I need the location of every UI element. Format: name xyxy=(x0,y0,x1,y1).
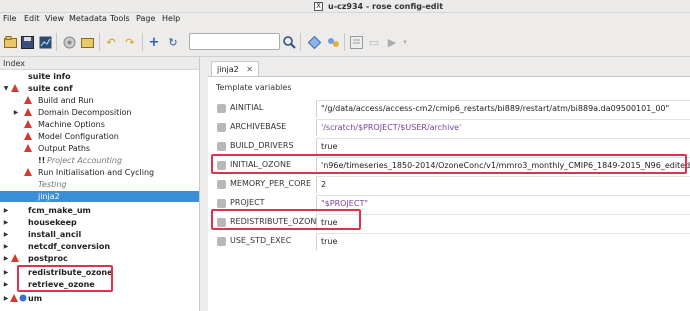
macro-icon[interactable] xyxy=(326,35,340,49)
sidebar-item-suite-conf[interactable]: ▼ suite conf xyxy=(0,83,199,94)
undo-icon[interactable]: ↶ xyxy=(104,35,118,49)
search-input[interactable] xyxy=(189,33,280,50)
sidebar-item-um[interactable]: ▶ um xyxy=(0,293,199,304)
sidebar-item-build-and-run[interactable]: Build and Run xyxy=(0,95,199,106)
expand-arrow-icon[interactable]: ▶ xyxy=(2,217,10,228)
tab-jinja2[interactable]: jinja2 ✕ xyxy=(211,61,259,76)
variable-value-field[interactable]: true xyxy=(316,214,690,231)
window-title: u-cz934 - rose config-edit xyxy=(328,2,444,11)
info-icon[interactable] xyxy=(349,35,363,49)
warning-icon xyxy=(24,132,32,140)
sidebar-item-housekeep[interactable]: ▶ housekeep xyxy=(0,217,199,228)
menu-edit[interactable]: Edit xyxy=(24,14,40,23)
expand-arrow-icon[interactable]: ▶ xyxy=(2,293,10,304)
toolbar-separator xyxy=(344,33,345,51)
sidebar-item-testing[interactable]: Testing xyxy=(0,179,199,190)
open-icon[interactable] xyxy=(3,35,17,49)
menu-bar: File Edit View Metadata Tools Page Help xyxy=(0,13,690,26)
warning-icon xyxy=(11,254,19,262)
folder-icon[interactable] xyxy=(80,35,94,49)
variable-value-field[interactable]: true xyxy=(316,138,690,155)
expand-arrow-icon[interactable]: ▶ xyxy=(12,107,20,118)
close-icon[interactable]: ✕ xyxy=(246,62,253,77)
warning-icon xyxy=(24,108,32,116)
sidebar-item-jinja2[interactable]: jinja2 xyxy=(0,191,199,202)
warning-icon xyxy=(24,96,32,104)
document-icon[interactable]: ▭ xyxy=(367,35,381,49)
variable-value-field[interactable]: true xyxy=(316,233,690,250)
sidebar-item-postproc[interactable]: ▶ postproc xyxy=(0,253,199,264)
variable-value-field[interactable]: '/scratch/$PROJECT/$USER/archive' xyxy=(316,119,690,136)
chevron-down-icon[interactable]: ▾ xyxy=(398,35,412,49)
variable-menu-icon[interactable] xyxy=(217,180,226,189)
menu-file[interactable]: File xyxy=(3,14,16,23)
variable-menu-icon[interactable] xyxy=(217,123,226,132)
sidebar-item-output-paths[interactable]: Output Paths xyxy=(0,143,199,154)
variable-menu-icon[interactable] xyxy=(217,237,226,246)
expand-arrow-icon[interactable]: ▶ xyxy=(2,267,10,278)
warning-icon xyxy=(10,294,18,302)
sidebar-item-fcm-make-um[interactable]: ▶ fcm_make_um xyxy=(0,205,199,216)
variable-value-field[interactable]: "$PROJECT" xyxy=(316,195,690,212)
variable-menu-icon[interactable] xyxy=(217,104,226,113)
graph-icon[interactable] xyxy=(38,35,52,49)
toolbar-separator xyxy=(142,33,143,51)
sidebar-item-run-initialisation[interactable]: Run Initialisation and Cycling xyxy=(0,167,199,178)
title-bar: X u-cz934 - rose config-edit xyxy=(0,0,690,13)
variable-value-field[interactable]: 2 xyxy=(316,176,690,193)
add-icon[interactable]: + xyxy=(147,35,161,50)
info-circle-icon xyxy=(19,294,27,302)
panel-title: Template variables xyxy=(216,83,292,92)
expand-arrow-icon[interactable]: ▼ xyxy=(2,83,10,94)
variable-value-field[interactable]: "/g/data/access/access-cm2/cmip6_restart… xyxy=(316,100,690,117)
toolbar: ↶ ↷ + ↻ ▭ ▶ ▾ xyxy=(0,27,690,57)
menu-view[interactable]: View xyxy=(45,14,64,23)
sidebar-item-suite-info[interactable]: suite info xyxy=(0,71,199,82)
sidebar-item-machine-options[interactable]: Machine Options xyxy=(0,119,199,130)
variable-row: MEMORY_PER_CORE 2 xyxy=(208,174,690,195)
sidebar-header: Index xyxy=(0,57,199,70)
expand-arrow-icon[interactable]: ▶ xyxy=(2,241,10,252)
sidebar-index: Index suite info ▼ suite conf Build and … xyxy=(0,57,200,311)
browse-icon[interactable] xyxy=(62,35,76,49)
main-panel: jinja2 ✕ Template variables AINITIAL "/g… xyxy=(206,58,690,311)
expand-arrow-icon[interactable]: ▶ xyxy=(2,279,10,290)
expand-arrow-icon[interactable]: ▶ xyxy=(2,229,10,240)
toolbar-separator xyxy=(56,33,57,51)
menu-help[interactable]: Help xyxy=(162,14,180,23)
redo-icon[interactable]: ↷ xyxy=(123,35,137,49)
search-icon[interactable] xyxy=(282,35,296,49)
app-icon: X xyxy=(314,2,323,11)
variable-menu-icon[interactable] xyxy=(217,142,226,151)
variable-row: USE_STD_EXEC true xyxy=(208,231,690,252)
expand-arrow-icon[interactable]: ▶ xyxy=(2,253,10,264)
template-variables-panel: Template variables AINITIAL "/g/data/acc… xyxy=(208,76,690,311)
warning-icon xyxy=(24,144,32,152)
run-icon[interactable]: ▶ xyxy=(385,35,399,49)
save-icon[interactable] xyxy=(20,35,34,49)
sidebar-item-domain-decomposition[interactable]: ▶ Domain Decomposition xyxy=(0,107,199,118)
refresh-icon[interactable]: ↻ xyxy=(166,35,180,49)
sidebar-item-netcdf-conversion[interactable]: ▶ netcdf_conversion xyxy=(0,241,199,252)
sidebar-item-model-configuration[interactable]: Model Configuration xyxy=(0,131,199,142)
warning-icon xyxy=(11,84,19,92)
menu-metadata[interactable]: Metadata xyxy=(69,14,107,23)
menu-tools[interactable]: Tools xyxy=(110,14,130,23)
annotation-highlight xyxy=(211,154,687,174)
check-icon[interactable] xyxy=(307,35,321,49)
toolbar-separator xyxy=(99,33,100,51)
menu-page[interactable]: Page xyxy=(136,14,155,23)
expand-arrow-icon[interactable]: ▶ xyxy=(2,205,10,216)
toolbar-separator xyxy=(300,33,301,51)
annotation-highlight xyxy=(211,209,361,230)
warning-icon xyxy=(24,120,32,128)
warning-icon xyxy=(24,168,32,176)
sidebar-item-project-accounting[interactable]: !! Project Accounting xyxy=(0,155,199,166)
variable-row: AINITIAL "/g/data/access/access-cm2/cmip… xyxy=(208,98,690,119)
sidebar-item-install-ancil[interactable]: ▶ install_ancil xyxy=(0,229,199,240)
variable-menu-icon[interactable] xyxy=(217,199,226,208)
variable-row: ARCHIVEBASE '/scratch/$PROJECT/$USER/arc… xyxy=(208,117,690,138)
annotation-highlight xyxy=(17,265,113,292)
